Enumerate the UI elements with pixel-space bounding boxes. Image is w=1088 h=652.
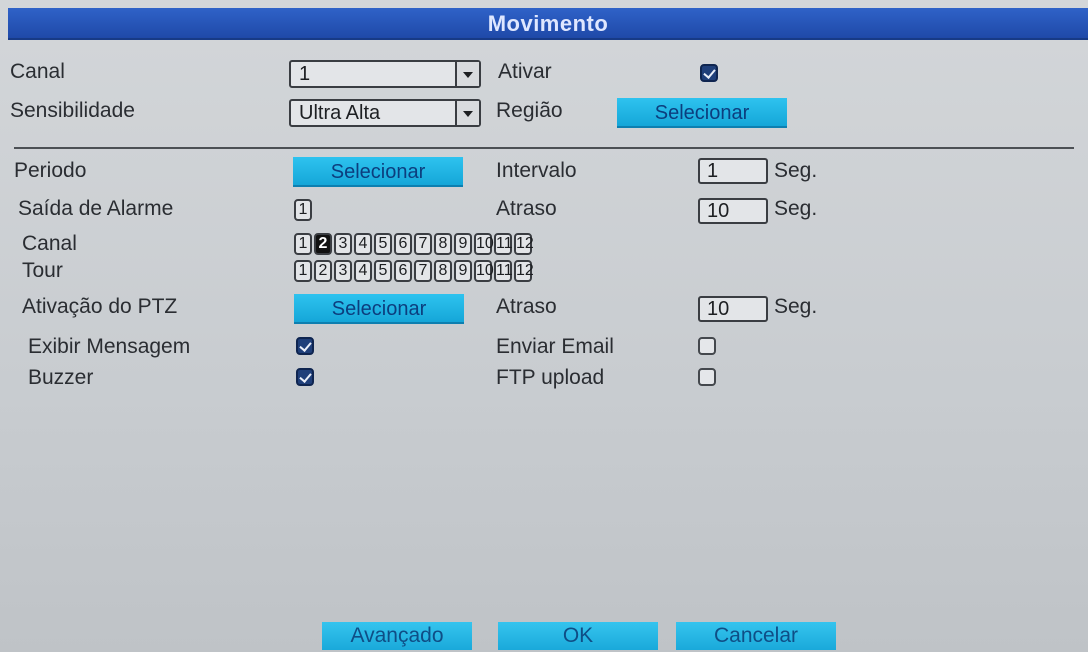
sensibilidade-select-value: Ultra Alta	[299, 102, 381, 124]
atraso-label-2: Atraso	[496, 295, 557, 318]
exibir-mensagem-label: Exibir Mensagem	[28, 335, 191, 358]
intervalo-label: Intervalo	[496, 159, 577, 182]
ftp-upload-label: FTP upload	[496, 366, 605, 389]
tour-option-9[interactable]: 9	[454, 260, 472, 282]
periodo-label: Periodo	[14, 159, 87, 182]
tour-option-6[interactable]: 6	[394, 260, 412, 282]
ptz-select-button[interactable]: Selecionar	[294, 294, 464, 324]
ok-button[interactable]: OK	[498, 622, 658, 650]
atraso-label-1: Atraso	[496, 197, 557, 220]
regiao-select-button[interactable]: Selecionar	[617, 98, 787, 128]
intervalo-input[interactable]: 1	[698, 158, 768, 184]
tour-option-10[interactable]: 10	[474, 260, 494, 282]
exibir-mensagem-checkbox[interactable]	[296, 337, 314, 355]
enviar-email-label: Enviar Email	[496, 335, 614, 358]
canal-option-1[interactable]: 1	[294, 233, 312, 255]
canal-option-9[interactable]: 9	[454, 233, 472, 255]
ativar-checkbox[interactable]	[700, 64, 718, 82]
canal-option-11[interactable]: 11	[494, 233, 513, 255]
enviar-email-checkbox[interactable]	[698, 337, 716, 355]
canal-label: Canal	[10, 60, 65, 83]
canal-option-4[interactable]: 4	[354, 233, 372, 255]
screen: Movimento Canal 1 Ativar Sensibilidade U…	[0, 0, 1088, 652]
tour-option-11[interactable]: 11	[494, 260, 513, 282]
atraso-input-2[interactable]: 10	[698, 296, 768, 322]
canal-option-12[interactable]: 12	[514, 233, 534, 255]
saida-alarme-box[interactable]: 1	[294, 199, 312, 221]
cancel-button[interactable]: Cancelar	[676, 622, 836, 650]
canal-option-8[interactable]: 8	[434, 233, 452, 255]
advanced-button[interactable]: Avançado	[322, 622, 472, 650]
tour-label: Tour	[22, 259, 63, 282]
sensibilidade-label: Sensibilidade	[10, 99, 135, 122]
atraso-unit-1: Seg.	[774, 197, 818, 220]
saida-label: Saída de Alarme	[18, 197, 174, 220]
canal-label-2: Canal	[22, 232, 77, 255]
chevron-down-icon[interactable]	[455, 62, 479, 86]
title-bar: Movimento	[8, 8, 1088, 40]
chevron-down-icon[interactable]	[455, 101, 479, 125]
canal-select-value: 1	[299, 63, 311, 85]
atraso-input-1[interactable]: 10	[698, 198, 768, 224]
canal-option-3[interactable]: 3	[334, 233, 352, 255]
intervalo-unit: Seg.	[774, 159, 818, 182]
ftp-upload-checkbox[interactable]	[698, 368, 716, 386]
canal-option-5[interactable]: 5	[374, 233, 392, 255]
tour-option-12[interactable]: 12	[514, 260, 534, 282]
sensibilidade-select[interactable]: Ultra Alta	[289, 99, 481, 127]
canal-option-2[interactable]: 2	[314, 233, 332, 255]
buzzer-label: Buzzer	[28, 366, 94, 389]
canal-number-row: 1 2 3 4 5 6 7 8 9 10 11 12	[294, 233, 534, 255]
tour-option-7[interactable]: 7	[414, 260, 432, 282]
periodo-select-button[interactable]: Selecionar	[293, 157, 463, 187]
regiao-label: Região	[496, 99, 563, 122]
divider	[14, 147, 1074, 149]
ptz-label: Ativação do PTZ	[22, 295, 178, 318]
tour-option-3[interactable]: 3	[334, 260, 352, 282]
tour-number-row: 1 2 3 4 5 6 7 8 9 10 11 12	[294, 260, 534, 282]
buzzer-checkbox[interactable]	[296, 368, 314, 386]
canal-option-10[interactable]: 10	[474, 233, 494, 255]
atraso-unit-2: Seg.	[774, 295, 818, 318]
canal-option-6[interactable]: 6	[394, 233, 412, 255]
ativar-label: Ativar	[498, 60, 552, 83]
canal-select[interactable]: 1	[289, 60, 481, 88]
tour-option-4[interactable]: 4	[354, 260, 372, 282]
tour-option-8[interactable]: 8	[434, 260, 452, 282]
window-title: Movimento	[487, 11, 609, 36]
tour-option-2[interactable]: 2	[314, 260, 332, 282]
canal-option-7[interactable]: 7	[414, 233, 432, 255]
tour-option-5[interactable]: 5	[374, 260, 392, 282]
tour-option-1[interactable]: 1	[294, 260, 312, 282]
